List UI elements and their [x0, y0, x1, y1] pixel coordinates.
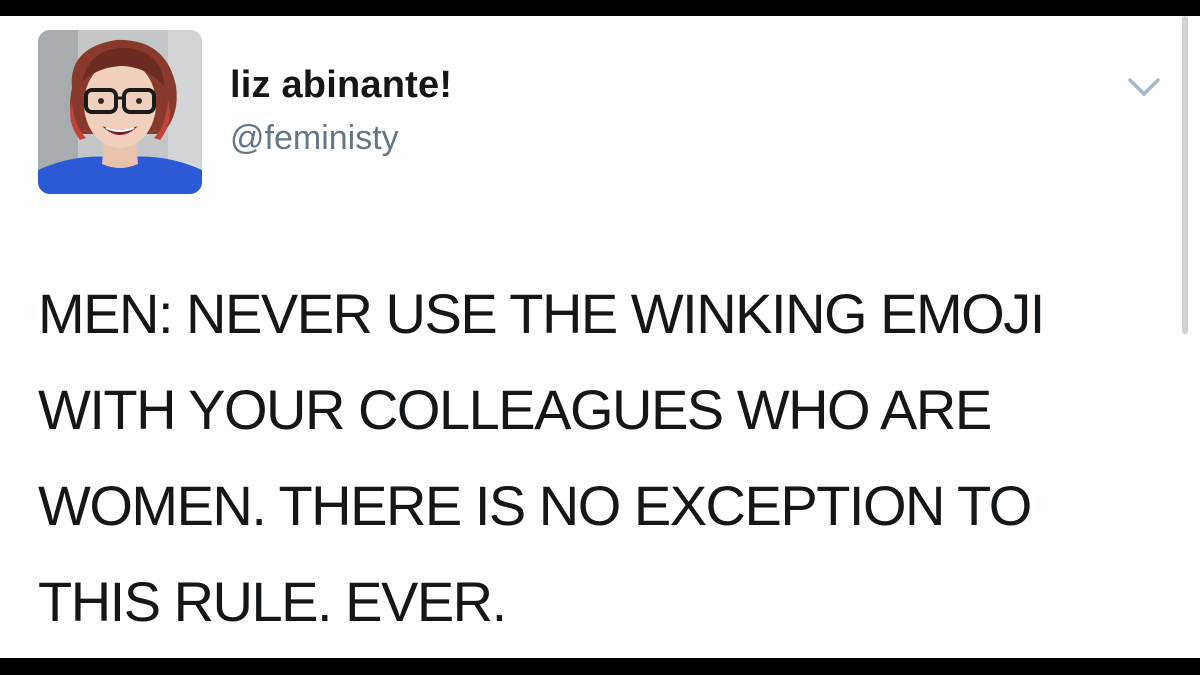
author-handle[interactable]: @feministy — [230, 119, 399, 158]
tweet-card: liz abinante! @feministy MEN: NEVER USE … — [0, 16, 1200, 658]
tweet-text-line: THIS RULE. EVER. — [38, 570, 507, 633]
chevron-down-icon[interactable] — [1124, 74, 1164, 100]
avatar-photo — [38, 30, 202, 194]
author-display-name[interactable]: liz abinante! — [230, 64, 452, 107]
tweet-text-line: WITH YOUR COLLEAGUES WHO ARE — [38, 378, 992, 441]
tweet-text: MEN: NEVER USE THE WINKING EMOJI WITH YO… — [38, 266, 1168, 650]
tweet-text-line: MEN: NEVER USE THE WINKING EMOJI — [38, 282, 1045, 345]
scrollbar[interactable] — [1182, 16, 1188, 334]
avatar[interactable] — [38, 30, 202, 194]
tweet-text-line: WOMEN. THERE IS NO EXCEPTION TO — [38, 474, 1032, 537]
